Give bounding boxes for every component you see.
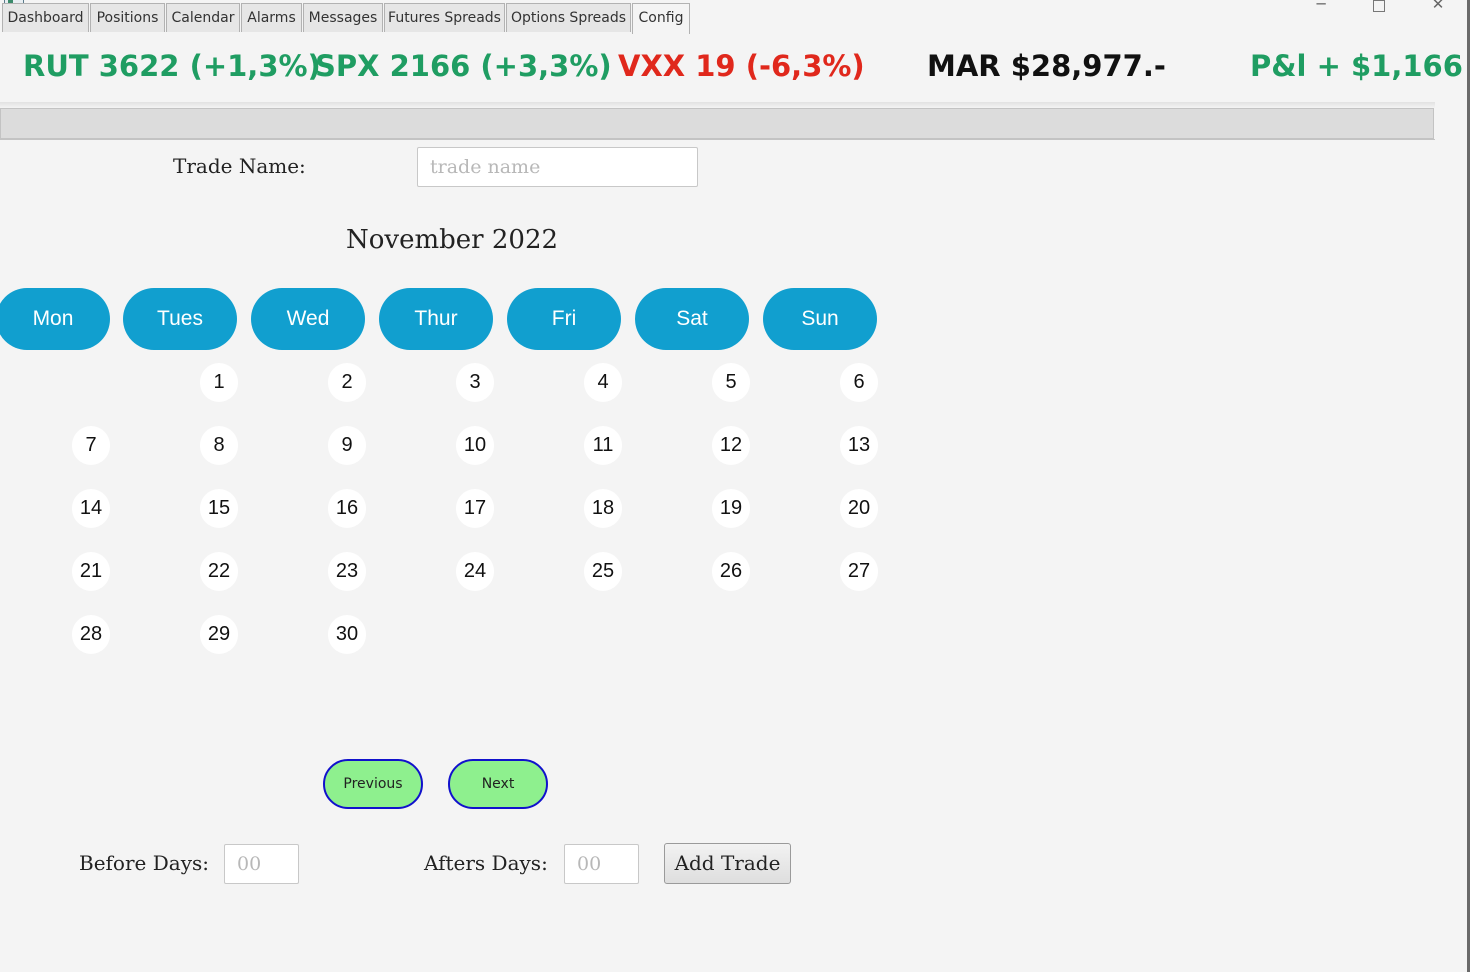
calendar-day[interactable]: 27	[840, 552, 878, 591]
after-days-label: Afters Days:	[424, 851, 548, 875]
trade-name-input[interactable]	[417, 147, 698, 187]
tab-messages[interactable]: Messages	[303, 3, 383, 32]
tab-options-spreads[interactable]: Options Spreads	[506, 3, 631, 32]
close-button[interactable]: ✕	[1426, 0, 1450, 14]
ticker-rut: RUT 3622 (+1,3%)	[23, 49, 321, 83]
trade-name-label: Trade Name:	[173, 154, 306, 178]
before-days-input[interactable]	[224, 844, 299, 884]
calendar-day[interactable]: 1	[200, 363, 238, 402]
tab-calendar[interactable]: Calendar	[166, 3, 240, 32]
ticker-spx: SPX 2166 (+3,3%)	[315, 49, 612, 83]
day-header-wed: Wed	[251, 288, 365, 350]
calendar-day[interactable]: 20	[840, 489, 878, 528]
calendar-day[interactable]: 22	[200, 552, 238, 591]
calendar-day[interactable]: 13	[840, 426, 878, 465]
calendar-day[interactable]: 10	[456, 426, 494, 465]
calendar-day[interactable]: 15	[200, 489, 238, 528]
maximize-icon	[1373, 0, 1385, 12]
tab-positions[interactable]: Positions	[90, 3, 165, 32]
calendar-day[interactable]: 2	[328, 363, 366, 402]
calendar-day[interactable]: 11	[584, 426, 622, 465]
tab-futures-spreads[interactable]: Futures Spreads	[384, 3, 505, 32]
calendar-day[interactable]: 30	[328, 615, 366, 654]
day-header-thu: Thur	[379, 288, 493, 350]
calendar-day[interactable]: 21	[72, 552, 110, 591]
calendar-day[interactable]: 3	[456, 363, 494, 402]
calendar-day[interactable]: 26	[712, 552, 750, 591]
calendar-day[interactable]: 24	[456, 552, 494, 591]
calendar-day[interactable]: 23	[328, 552, 366, 591]
maximize-button[interactable]	[1367, 0, 1391, 14]
calendar-day[interactable]: 4	[584, 363, 622, 402]
day-header-mon: Mon	[0, 288, 110, 350]
day-header-sun: Sun	[763, 288, 877, 350]
calendar-day[interactable]: 8	[200, 426, 238, 465]
calendar-day[interactable]: 29	[200, 615, 238, 654]
ticker-pnl: P&l + $1,166	[1250, 49, 1463, 83]
tab-dashboard[interactable]: Dashboard	[2, 3, 89, 32]
ticker-vxx: VXX 19 (-6,3%)	[618, 49, 865, 83]
day-header-fri: Fri	[507, 288, 621, 350]
month-title: November 2022	[346, 225, 559, 255]
calendar-day[interactable]: 7	[72, 426, 110, 465]
add-trade-button[interactable]: Add Trade	[664, 843, 791, 884]
tab-bar-line	[0, 139, 1435, 140]
day-header-tue: Tues	[123, 288, 237, 350]
next-month-button[interactable]: Next	[448, 759, 548, 809]
calendar-day[interactable]: 19	[712, 489, 750, 528]
tab-config[interactable]: Config	[632, 3, 690, 34]
before-days-label: Before Days:	[79, 851, 209, 875]
calendar-day[interactable]: 14	[72, 489, 110, 528]
calendar-day[interactable]: 25	[584, 552, 622, 591]
tab-bar	[0, 108, 1434, 139]
calendar-day[interactable]: 5	[712, 363, 750, 402]
tab-alarms[interactable]: Alarms	[241, 3, 302, 32]
after-days-input[interactable]	[564, 844, 639, 884]
minimize-button[interactable]: ─	[1309, 0, 1333, 14]
calendar-day[interactable]: 18	[584, 489, 622, 528]
calendar-day[interactable]: 12	[712, 426, 750, 465]
calendar-day[interactable]: 6	[840, 363, 878, 402]
calendar-day[interactable]: 9	[328, 426, 366, 465]
ticker-margin: MAR $28,977.-	[927, 49, 1166, 83]
previous-month-button[interactable]: Previous	[323, 759, 423, 809]
day-header-sat: Sat	[635, 288, 749, 350]
calendar-day[interactable]: 16	[328, 489, 366, 528]
calendar-day[interactable]: 17	[456, 489, 494, 528]
calendar-day[interactable]: 28	[72, 615, 110, 654]
